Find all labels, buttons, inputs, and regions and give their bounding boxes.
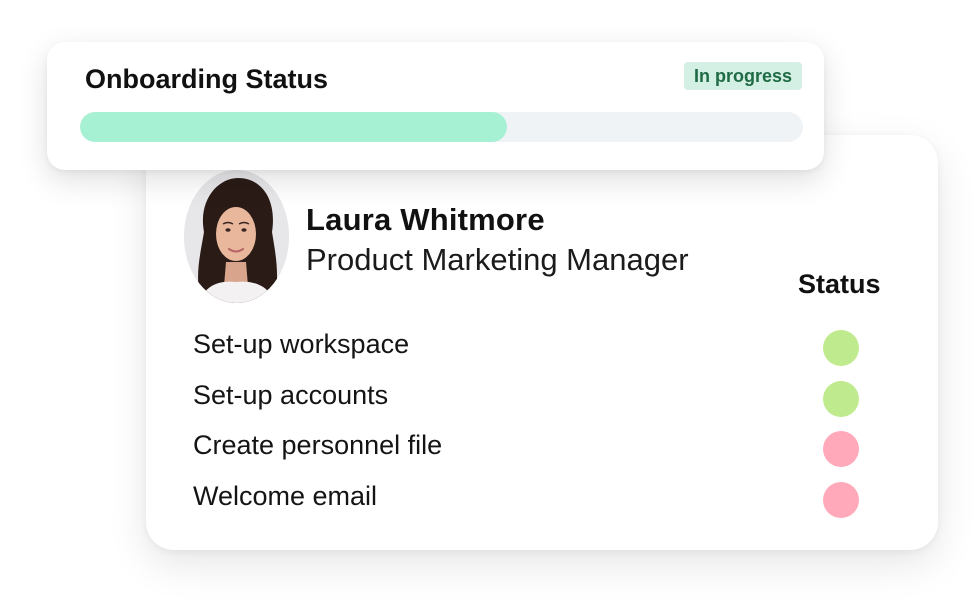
status-dot-icon (823, 330, 859, 366)
person-photo-icon (184, 170, 289, 303)
status-dot-icon (823, 431, 859, 467)
onboarding-widget: Laura Whitmore Product Marketing Manager… (0, 0, 979, 611)
onboarding-status-title: Onboarding Status (85, 64, 328, 94)
employee-name: Laura Whitmore (306, 202, 545, 237)
onboarding-status-card: Onboarding Status In progress (47, 42, 824, 170)
task-label: Welcome email (193, 480, 378, 511)
task-label: Set-up workspace (193, 329, 410, 359)
employee-job-title: Product Marketing Manager (306, 242, 689, 277)
employee-profile-card: Laura Whitmore Product Marketing Manager… (146, 135, 938, 550)
task-label: Create personnel file (193, 430, 443, 460)
status-column-header: Status (798, 269, 881, 299)
task-list: Set-up workspace Set-up accounts Create … (193, 323, 893, 525)
status-badge: In progress (684, 62, 803, 90)
progress-bar (80, 112, 803, 142)
status-dot-icon (823, 380, 859, 417)
status-dot-icon (823, 481, 859, 518)
progress-bar-fill (80, 112, 507, 142)
avatar (184, 170, 289, 303)
task-row: Create personnel file (193, 424, 893, 475)
task-label: Set-up accounts (193, 379, 389, 410)
task-row: Welcome email (193, 475, 893, 526)
task-row: Set-up accounts (193, 374, 893, 425)
task-row: Set-up workspace (193, 323, 893, 374)
